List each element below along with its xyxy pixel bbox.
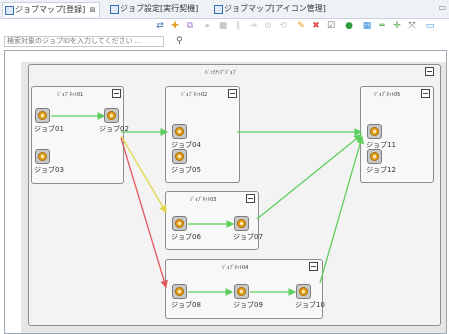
collapse-icon[interactable] [228, 89, 237, 98]
tab-jobmap-register[interactable]: ジョブマップ[登録] ⊠ [2, 2, 100, 17]
tab-label: ジョブ設定[実行契機] [120, 4, 199, 13]
job-search-input[interactable] [4, 36, 164, 47]
search-icon[interactable]: ⚲ [176, 36, 183, 46]
jobunit-title: ﾊﾞｯｸｱｯﾌﾟｼﾞｮﾌﾞ [205, 70, 238, 76]
check-icon[interactable]: ☑ [326, 21, 336, 31]
jobnet-title: ｼﾞｮﾌﾞﾈｯﾄ02 [181, 92, 208, 98]
editor-tab-bar: ジョブマップ[登録] ⊠ ジョブ設定[実行契機] ジョブマップ[アイコン管理] … [0, 0, 449, 19]
tab-label: ジョブマップ[アイコン管理] [224, 4, 326, 13]
close-icon[interactable]: ⊠ [90, 6, 96, 14]
job-node[interactable]: ジョブ06 [171, 216, 202, 246]
job-node[interactable]: ジョブ10 [295, 284, 326, 314]
job-node[interactable]: ジョブ02 [99, 108, 134, 138]
jobmap-icon [214, 5, 223, 14]
job-node[interactable]: ジョブ05 [171, 149, 202, 179]
skip-icon[interactable]: ⇥ [248, 21, 258, 31]
job-label: ジョブ12 [366, 166, 396, 174]
job-icon [172, 284, 187, 299]
minimize-icon[interactable]: ▭ [438, 3, 446, 12]
job-label: ジョブ07 [233, 233, 263, 241]
job-icon [367, 124, 382, 139]
job-icon [172, 216, 187, 231]
jobnet-title: ｼﾞｮﾌﾞﾈｯﾄ01 [57, 92, 84, 98]
job-icon [234, 216, 249, 231]
job-icon [104, 108, 119, 123]
collapse-icon[interactable] [309, 262, 318, 271]
layout-icon[interactable]: ▦ [362, 21, 372, 31]
jobmap-icon [110, 5, 119, 14]
job-label: ジョブ02 [99, 125, 129, 133]
job-label: ジョブ08 [171, 301, 201, 309]
jobnet-title: ｼﾞｮﾌﾞﾈｯﾄ05 [374, 92, 401, 98]
job-node[interactable]: ジョブ03 [34, 149, 65, 179]
delete-icon[interactable]: ✖ [311, 21, 321, 31]
collapse-icon[interactable] [425, 67, 434, 76]
job-label: ジョブ03 [34, 166, 64, 174]
job-label: ジョブ06 [171, 233, 201, 241]
job-label: ジョブ01 [34, 125, 64, 133]
overview-icon[interactable]: ▭ [425, 21, 435, 31]
collapse-icon[interactable] [112, 89, 121, 98]
job-icon [35, 149, 50, 164]
tab-label: ジョブマップ[登録] [15, 5, 86, 14]
run-icon[interactable]: ▸ [203, 21, 213, 31]
job-icon [296, 284, 311, 299]
collapse-icon[interactable] [246, 194, 255, 203]
job-icon [172, 149, 187, 164]
play-icon[interactable]: ● [344, 21, 354, 31]
tab-icon-manager[interactable]: ジョブマップ[アイコン管理] [212, 2, 329, 16]
tab-job-settings[interactable]: ジョブ設定[実行契機] [108, 2, 201, 16]
job-node[interactable]: ジョブ07 [233, 216, 264, 246]
jobmap-icon [5, 6, 14, 15]
job-label: ジョブ10 [295, 301, 325, 309]
collapse-all-icon[interactable]: ═ [377, 21, 387, 31]
jobnet-title: ｼﾞｮﾌﾞﾈｯﾄ03 [190, 197, 217, 203]
collapse-icon[interactable] [421, 89, 430, 98]
job-label: ジョブ05 [171, 166, 201, 174]
new-job-icon[interactable]: ✚ [170, 21, 180, 31]
job-icon [234, 284, 249, 299]
job-icon [172, 124, 187, 139]
job-icon [367, 149, 382, 164]
job-node[interactable]: ジョブ08 [171, 284, 202, 314]
job-icon [35, 108, 50, 123]
reset-icon[interactable]: ⟲ [278, 21, 288, 31]
job-node[interactable]: ジョブ01 [34, 108, 65, 138]
job-node[interactable]: ジョブ12 [366, 149, 397, 179]
fit-icon[interactable]: ⤧ [407, 21, 417, 31]
job-label: ジョブ09 [233, 301, 263, 309]
stop-icon[interactable]: ■ [218, 21, 228, 31]
toolbar: ⇄ ✚ ⧉ ▸ ■ ∥ ⇥ ⊘ ⟲ ✎ ✖ ☑ ● ▦ ═ ✛ ⤧ ▭ [0, 19, 449, 35]
expand-all-icon[interactable]: ✛ [392, 21, 402, 31]
copy-icon[interactable]: ⧉ [185, 21, 195, 31]
pause-icon[interactable]: ∥ [233, 21, 243, 31]
refresh-icon[interactable]: ⇄ [155, 21, 165, 31]
edit-icon[interactable]: ✎ [296, 21, 306, 31]
suspend-icon[interactable]: ⊘ [263, 21, 273, 31]
job-node[interactable]: ジョブ09 [233, 284, 264, 314]
jobnet-title: ｼﾞｮﾌﾞﾈｯﾄ04 [222, 265, 249, 271]
